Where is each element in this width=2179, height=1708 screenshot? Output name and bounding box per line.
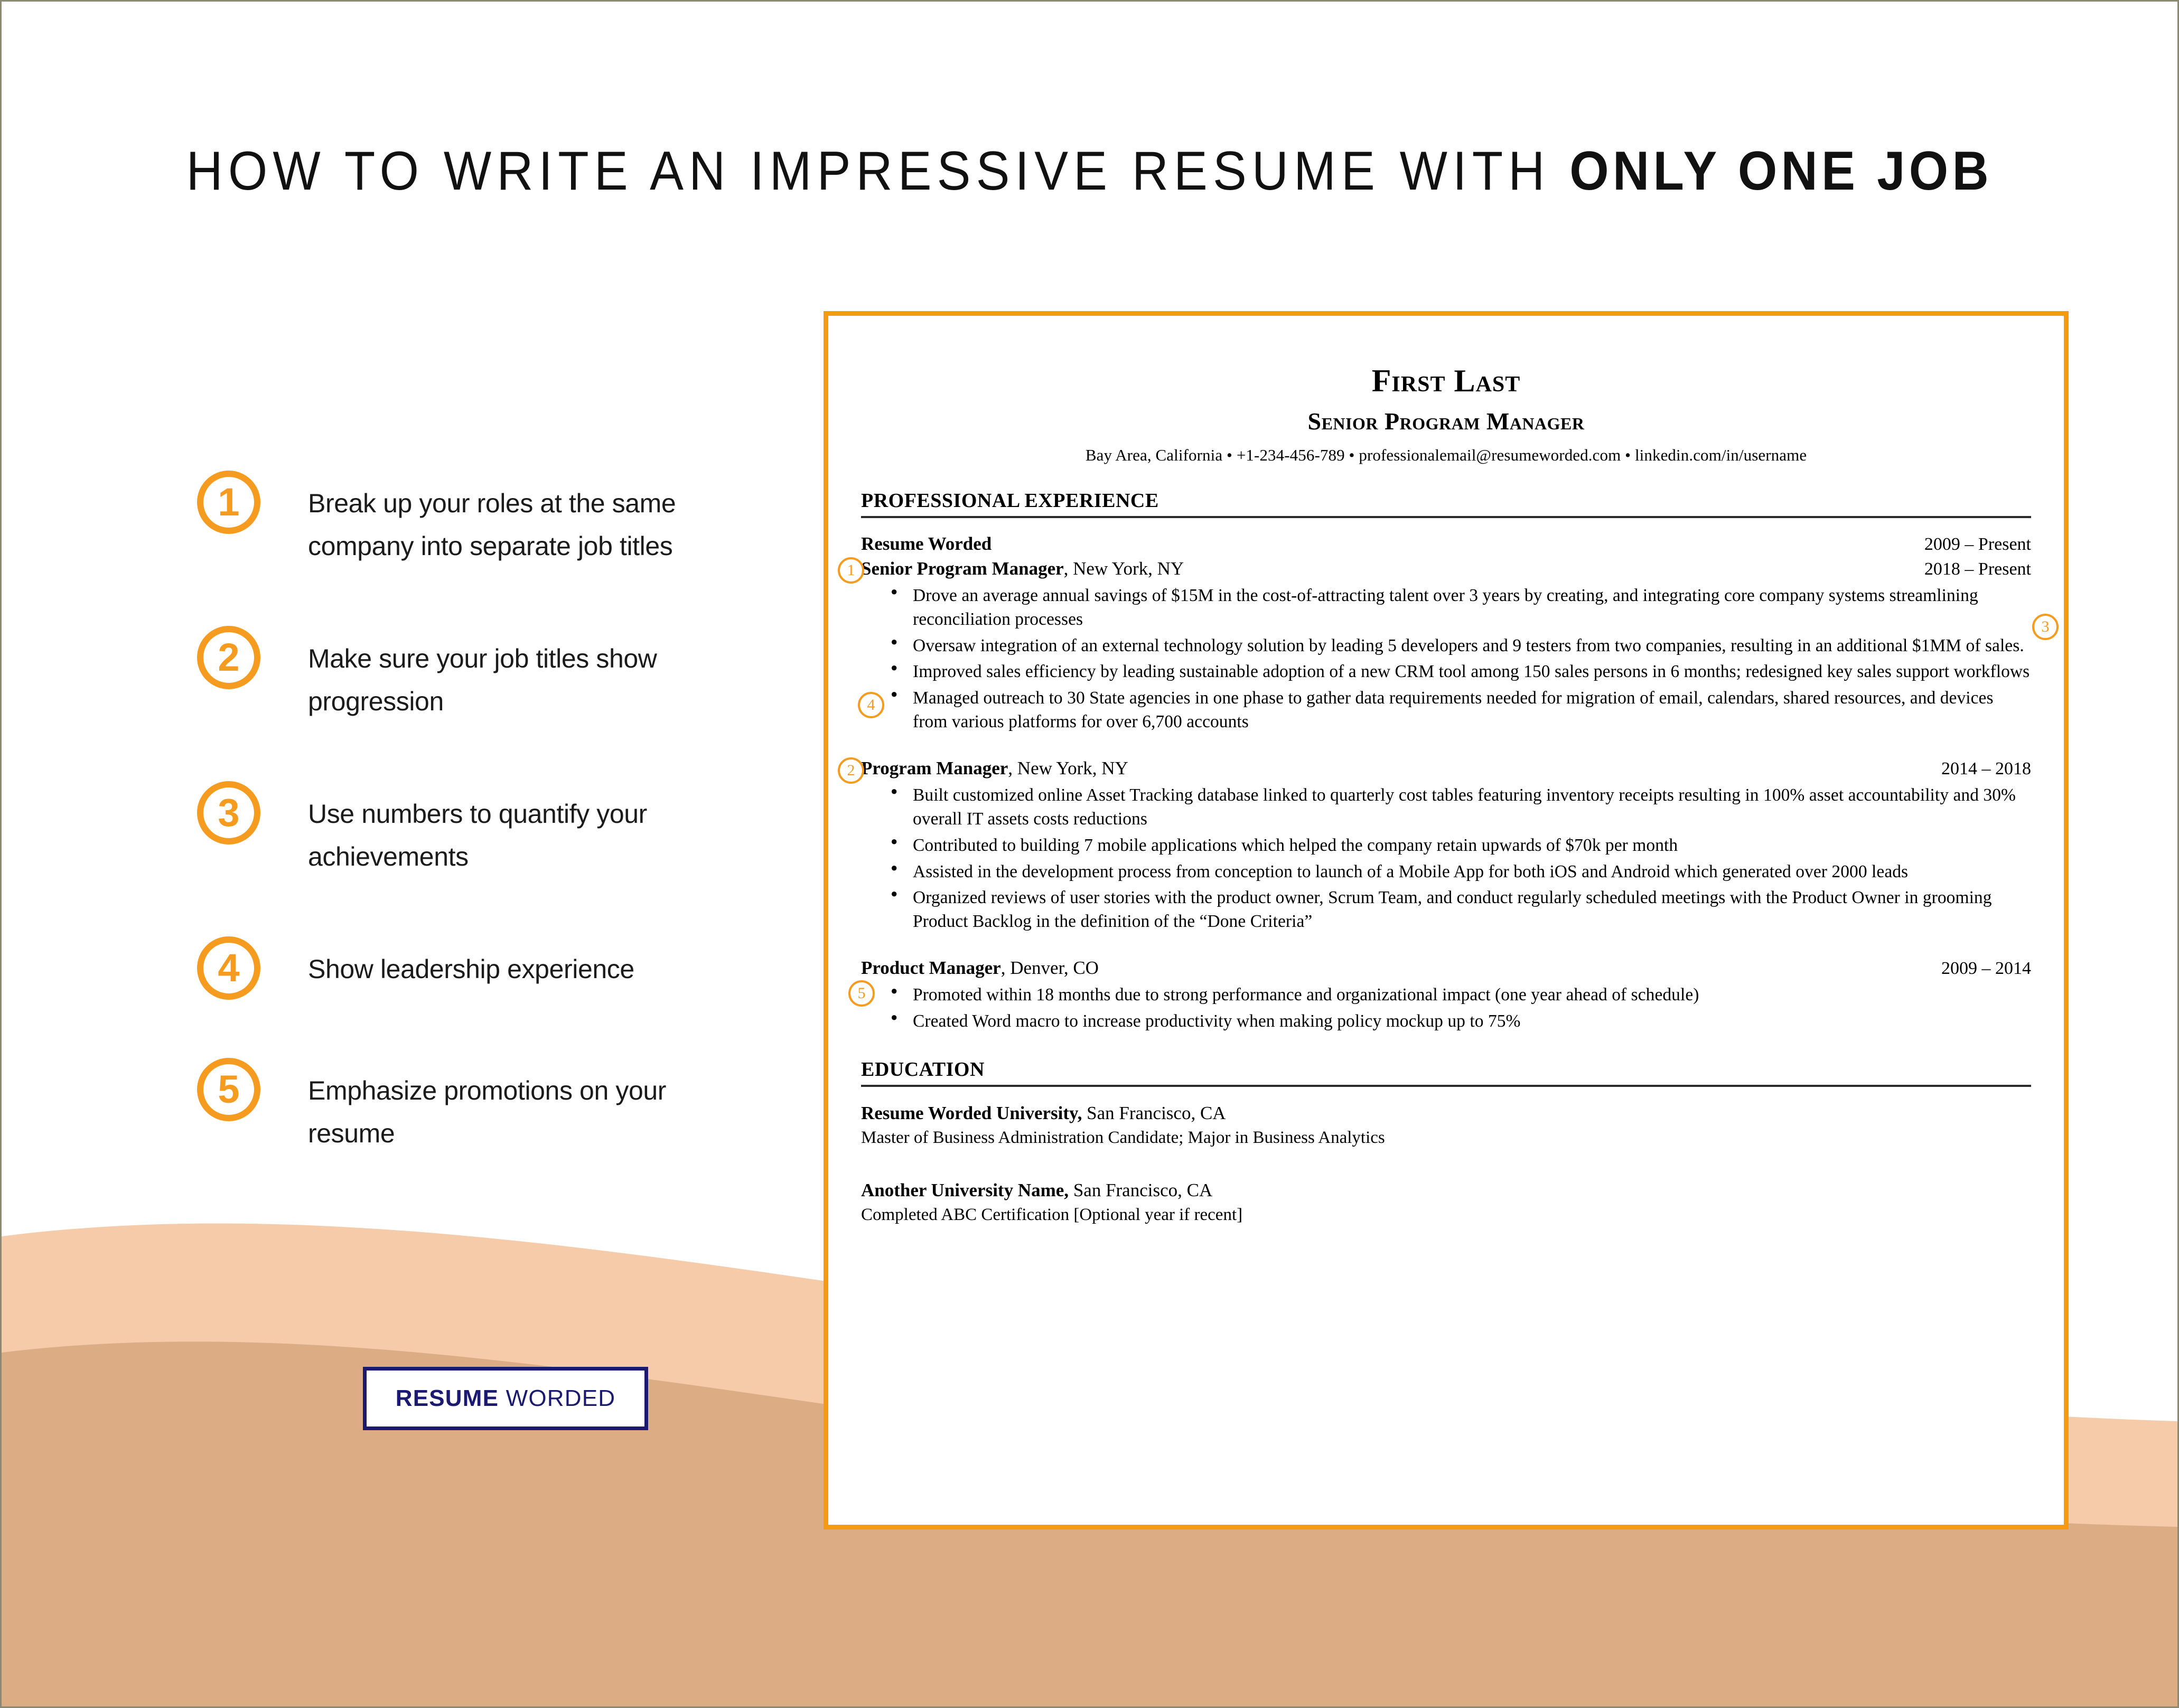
tip-label-3: Use numbers to quantify your achievement… <box>308 799 647 871</box>
job-bullets-2: Built customized online Asset Tracking d… <box>861 783 2031 934</box>
job-block-3: Product Manager, Denver, CO 2009 – 2014 … <box>848 956 2031 1034</box>
education-org-name-2: Another University Name, <box>861 1179 1069 1200</box>
resume-document: First Last Senior Program Manager Bay Ar… <box>828 316 2064 1525</box>
logo-text-regular-word: WORDED <box>506 1385 616 1411</box>
job-title-1: Senior Program Manager, New York, NY <box>861 557 1184 581</box>
job-title-line-1: Senior Program Manager, New York, NY 201… <box>861 557 2031 581</box>
bullet-item: Organized reviews of user stories with t… <box>861 886 2031 934</box>
tip-item-2: 2 Make sure your job titles show progres… <box>197 626 757 723</box>
section-heading-education: EDUCATION <box>861 1058 985 1081</box>
job-title-3: Product Manager, Denver, CO <box>861 956 1099 980</box>
logo-text-regular <box>499 1385 506 1411</box>
tip-item-1: 1 Break up your roles at the same compan… <box>197 471 757 568</box>
tip-number-badge-5: 5 <box>197 1058 260 1121</box>
job-bullets-1: Drove an average annual savings of $15M … <box>861 584 2031 734</box>
job-block-1: 1 Resume Worded 2009 – Present Senior Pr… <box>838 532 2059 734</box>
bullet-item: Promoted within 18 months due to strong … <box>861 983 2031 1007</box>
section-heading-experience: PROFESSIONAL EXPERIENCE <box>861 490 1159 512</box>
resume-job-title: Senior Program Manager <box>1307 408 1585 435</box>
resume-preview-card: First Last Senior Program Manager Bay Ar… <box>824 311 2069 1529</box>
page-title-bold: ONLY ONE JOB <box>1569 140 1993 202</box>
tip-item-3: 3 Use numbers to quantify your achieveme… <box>197 781 757 878</box>
tip-item-5: 5 Emphasize promotions on your resume <box>197 1058 757 1155</box>
page-title-regular: HOW TO WRITE AN IMPRESSIVE RESUME WITH <box>186 140 1570 202</box>
section-divider-education <box>861 1084 2031 1087</box>
logo-text-bold: RESUME <box>395 1385 499 1411</box>
tip-label-1: Break up your roles at the same company … <box>308 489 676 561</box>
tip-label-4: Show leadership experience <box>308 954 634 984</box>
job-title-2: Program Manager, New York, NY <box>861 756 1128 781</box>
education-org-name-1: Resume Worded University, <box>861 1102 1082 1123</box>
section-divider-experience <box>861 516 2031 518</box>
bullet-item: Oversaw integration of an external techn… <box>861 634 2031 658</box>
callout-badge-1: 1 <box>838 557 864 584</box>
education-detail-2: Completed ABC Certification [Optional ye… <box>861 1205 1243 1224</box>
job-title-text-1: Senior Program Manager <box>861 558 1064 579</box>
job-location-2: , New York, NY <box>1008 758 1128 778</box>
job-location-1: , New York, NY <box>1063 558 1184 579</box>
bullet-item: Improved sales efficiency by leading sus… <box>861 660 2031 684</box>
callout-badge-2: 2 <box>838 757 864 784</box>
education-entry-2: Another University Name, San Francisco, … <box>861 1178 2031 1227</box>
education-detail-1: Master of Business Administration Candid… <box>861 1128 1385 1148</box>
tips-list: 1 Break up your roles at the same compan… <box>197 471 757 1155</box>
page-title: HOW TO WRITE AN IMPRESSIVE RESUME WITH O… <box>2 140 2177 203</box>
job-title-line-2: Program Manager, New York, NY 2014 – 201… <box>861 756 2031 781</box>
job-title-text-2: Program Manager <box>861 758 1008 778</box>
education-org-line-1: Resume Worded University, San Francisco,… <box>861 1101 2031 1126</box>
callout-badge-4: 4 <box>858 692 884 718</box>
job-dates-3: 2009 – 2014 <box>1941 959 2031 979</box>
tip-number-badge-4: 4 <box>197 936 260 1000</box>
job-location-3: , Denver, CO <box>1000 958 1099 979</box>
company-name-text: Resume Worded <box>861 533 992 554</box>
resume-worded-logo[interactable]: RESUME WORDED <box>363 1367 648 1430</box>
infographic-page: HOW TO WRITE AN IMPRESSIVE RESUME WITH O… <box>2 2 2177 1706</box>
education-spacer <box>861 1150 2031 1178</box>
bullet-item: Created Word macro to increase productiv… <box>861 1009 2031 1034</box>
company-dates: 2009 – Present <box>1924 534 2031 554</box>
tip-number-badge-1: 1 <box>197 471 260 534</box>
company-line: Resume Worded 2009 – Present <box>861 532 2031 557</box>
education-entry-1: Resume Worded University, San Francisco,… <box>861 1101 2031 1150</box>
callout-badge-3: 3 <box>2032 614 2059 640</box>
tip-item-4: 4 Show leadership experience <box>197 936 757 1000</box>
resume-name: First Last <box>1371 363 1521 398</box>
bullet-item: Contributed to building 7 mobile applica… <box>861 833 2031 858</box>
education-org-location-2: San Francisco, CA <box>1069 1179 1213 1200</box>
job-dates-2: 2014 – 2018 <box>1941 759 2031 778</box>
tip-number-badge-2: 2 <box>197 626 260 689</box>
tip-label-2: Make sure your job titles show progressi… <box>308 644 657 716</box>
education-org-line-2: Another University Name, San Francisco, … <box>861 1178 2031 1203</box>
bullet-item: Managed outreach to 30 State agencies in… <box>861 686 2031 734</box>
job-title-text-3: Product Manager <box>861 958 1001 979</box>
bullet-item: Drove an average annual savings of $15M … <box>861 584 2031 632</box>
job-dates-1: 2018 – Present <box>1924 559 2031 579</box>
company-name: Resume Worded <box>861 532 992 556</box>
tip-label-5: Emphasize promotions on your resume <box>308 1076 667 1148</box>
bullet-item: Assisted in the development process from… <box>861 860 2031 884</box>
job-title-line-3: Product Manager, Denver, CO 2009 – 2014 <box>861 956 2031 981</box>
bullet-item: Built customized online Asset Tracking d… <box>861 783 2031 831</box>
education-org-location-1: San Francisco, CA <box>1082 1102 1226 1123</box>
tip-number-badge-3: 3 <box>197 781 260 844</box>
resume-contact-line: Bay Area, California • +1-234-456-789 • … <box>1085 446 1807 464</box>
job-bullets-3: Promoted within 18 months due to strong … <box>861 983 2031 1034</box>
callout-badge-5: 5 <box>848 980 875 1007</box>
logo-text: RESUME WORDED <box>396 1385 616 1412</box>
job-block-2: 2 Program Manager, New York, NY 2014 – 2… <box>838 756 2031 934</box>
